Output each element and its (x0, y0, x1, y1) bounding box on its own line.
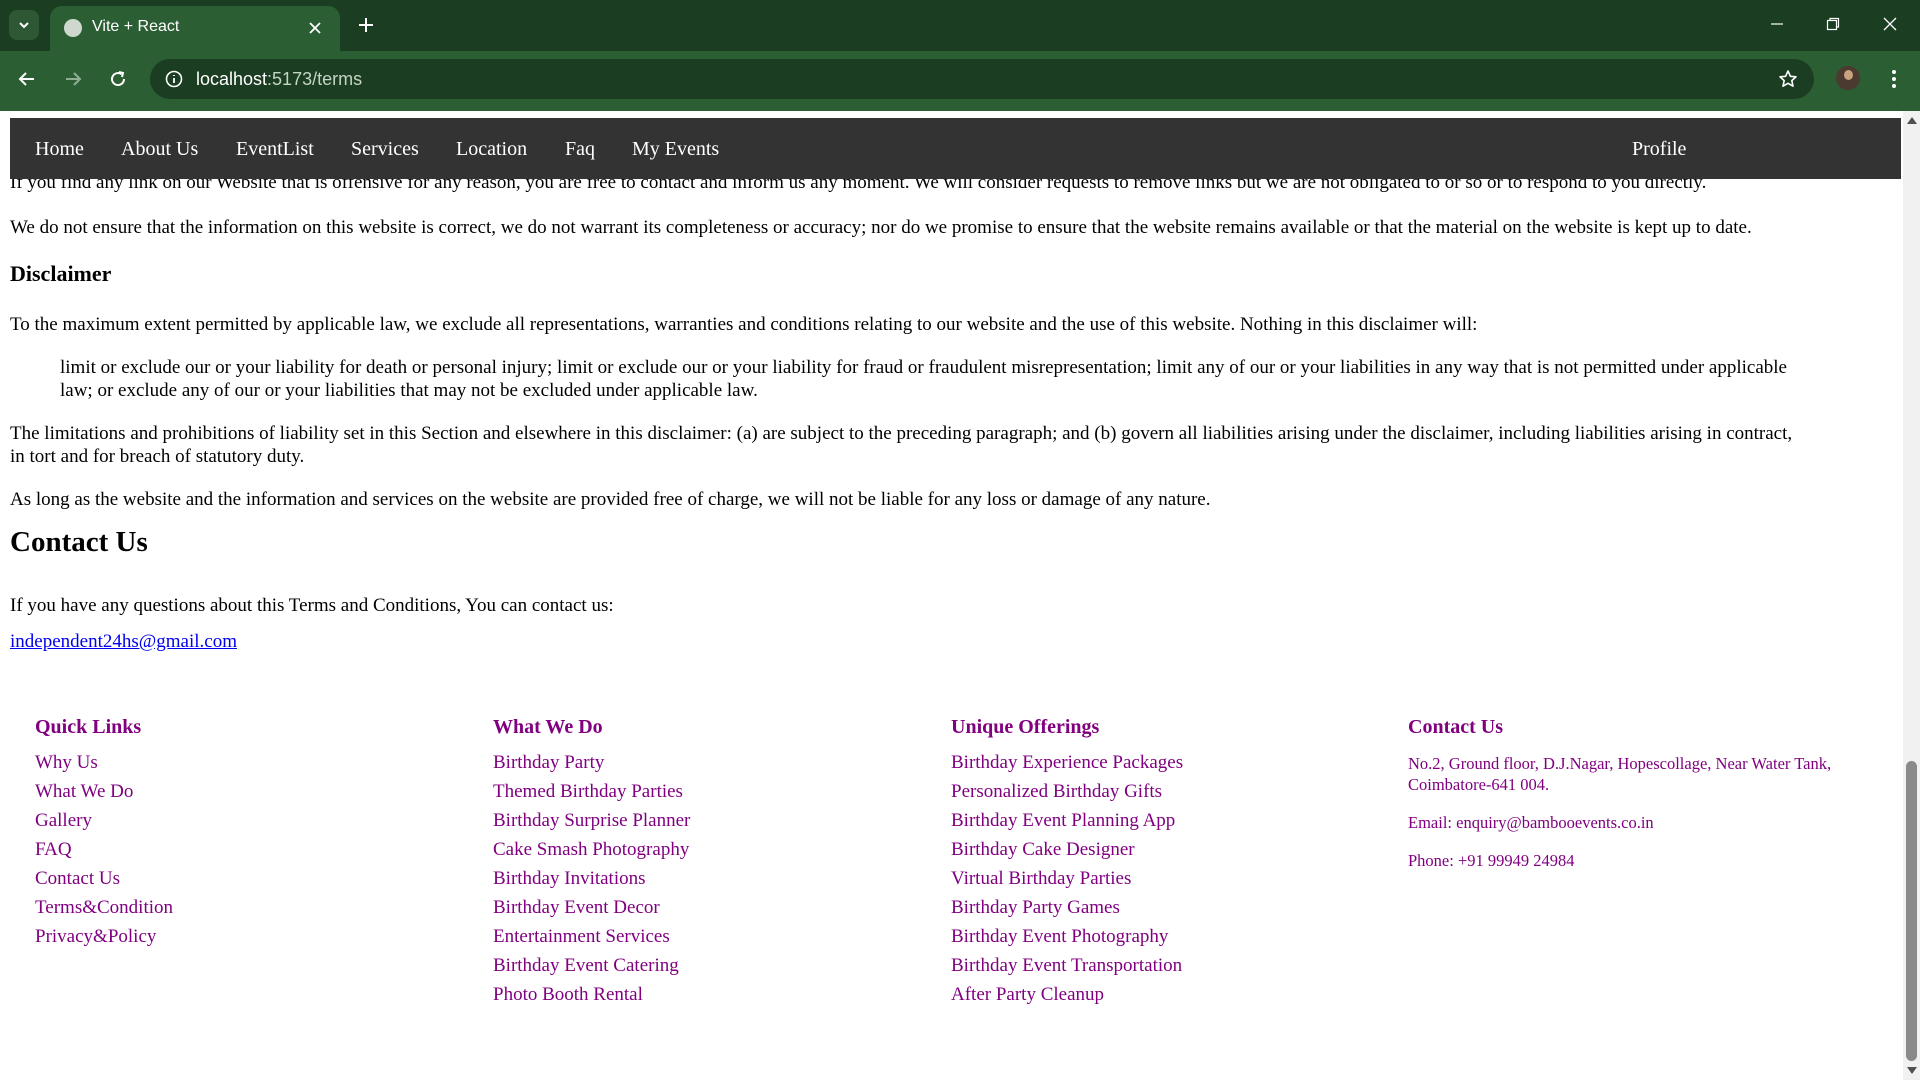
contact-email-link[interactable]: independent24hs@gmail.com (10, 630, 237, 653)
browser-toolbar: localhost:5173/terms (0, 51, 1920, 107)
footer-link[interactable]: Birthday Event Decor (493, 893, 933, 922)
footer-quick-links: Quick Links Why Us What We Do Gallery FA… (35, 716, 475, 951)
star-icon (1779, 70, 1797, 87)
free-paragraph: As long as the website and the informati… (10, 489, 1211, 510)
forward-button[interactable] (57, 63, 89, 95)
disclaimer-quote: limit or exclude our or your liability f… (60, 356, 1890, 402)
footer-link[interactable]: Photo Booth Rental (493, 980, 933, 1009)
footer-link[interactable]: Birthday Party Games (951, 893, 1391, 922)
footer-heading: Contact Us (1408, 716, 1503, 738)
close-icon (1883, 17, 1897, 31)
nav-services[interactable]: Services (351, 138, 419, 161)
nav-about-us[interactable]: About Us (121, 138, 198, 161)
footer-phone: Phone: +91 99949 24984 (1408, 851, 1575, 870)
disclaimer-heading: Disclaimer (10, 261, 112, 286)
disclaimer-quote-line: law; or exclude any of our or your liabi… (60, 380, 758, 401)
plus-icon (359, 18, 373, 32)
site-info-button[interactable] (162, 67, 186, 91)
restore-button[interactable] (1813, 8, 1853, 40)
browser-tab-bar: Vite + React (0, 0, 1920, 51)
scroll-up-arrow[interactable] (1907, 117, 1917, 124)
scrollbar-thumb[interactable] (1906, 761, 1917, 1061)
footer-link-privacy[interactable]: Privacy&Policy (35, 922, 475, 951)
footer-link-faq[interactable]: FAQ (35, 835, 475, 864)
nav-my-events[interactable]: My Events (632, 138, 719, 161)
restore-icon (1826, 17, 1840, 31)
footer-link-what-we-do[interactable]: What We Do (35, 777, 475, 806)
footer-link[interactable]: Virtual Birthday Parties (951, 864, 1391, 893)
tab-title: Vite + React (92, 18, 180, 35)
globe-icon (64, 19, 82, 37)
footer-link[interactable]: Cake Smash Photography (493, 835, 933, 864)
contact-text: If you have any questions about this Ter… (10, 595, 614, 616)
chevron-down-icon (19, 22, 29, 29)
tab-search-button[interactable] (9, 10, 39, 40)
nav-location[interactable]: Location (456, 138, 527, 161)
footer-contact: Contact Us No.2, Ground floor, D.J.Nagar… (1408, 716, 1878, 871)
nav-profile[interactable]: Profile (1632, 138, 1686, 161)
new-tab-button[interactable] (352, 11, 380, 39)
nav-home[interactable]: Home (35, 138, 84, 161)
footer-heading: What We Do (493, 716, 603, 738)
limitations-line: in tort and for breach of statutory duty… (10, 446, 305, 467)
disclaimer-quote-line: limit or exclude our or your liability f… (60, 357, 1787, 378)
arrow-right-icon (66, 72, 82, 86)
footer-link[interactable]: Birthday Event Catering (493, 951, 933, 980)
page-viewport: Home About Us EventList Services Locatio… (0, 111, 1903, 1080)
footer-unique-offerings: Unique Offerings Birthday Experience Pac… (951, 716, 1391, 1009)
url-path: :5173/terms (267, 69, 363, 89)
browser-tab[interactable]: Vite + React (50, 6, 340, 51)
nav-faq[interactable]: Faq (565, 138, 595, 161)
footer-link[interactable]: Birthday Event Planning App (951, 806, 1391, 835)
accuracy-paragraph: We do not ensure that the information on… (10, 217, 1752, 238)
footer-link[interactable]: Birthday Cake Designer (951, 835, 1391, 864)
footer-link[interactable]: Personalized Birthday Gifts (951, 777, 1391, 806)
arrow-left-icon (18, 72, 34, 86)
page-scrollbar[interactable] (1903, 111, 1920, 1080)
contact-heading: Contact Us (10, 526, 148, 558)
footer-heading: Unique Offerings (951, 716, 1100, 738)
footer-link[interactable]: Birthday Invitations (493, 864, 933, 893)
site-navbar: Home About Us EventList Services Locatio… (10, 118, 1901, 179)
close-icon (309, 22, 321, 34)
footer-link-why-us[interactable]: Why Us (35, 748, 475, 777)
scroll-down-arrow[interactable] (1907, 1067, 1917, 1074)
footer-link-gallery[interactable]: Gallery (35, 806, 475, 835)
back-button[interactable] (11, 63, 43, 95)
nav-eventlist[interactable]: EventList (236, 138, 314, 161)
more-vert-icon (1892, 70, 1896, 88)
footer-link[interactable]: Birthday Event Transportation (951, 951, 1391, 980)
footer-link[interactable]: Birthday Surprise Planner (493, 806, 933, 835)
footer-what-we-do: What We Do Birthday Party Themed Birthda… (493, 716, 933, 1009)
footer-link-contact-us[interactable]: Contact Us (35, 864, 475, 893)
browser-menu-button[interactable] (1880, 63, 1908, 95)
close-tab-button[interactable] (304, 17, 326, 39)
footer-email: Email: enquiry@bambooevents.co.in (1408, 813, 1654, 832)
footer-heading: Quick Links (35, 716, 142, 738)
footer-link[interactable]: Birthday Party (493, 748, 933, 777)
bookmark-button[interactable] (1776, 67, 1800, 91)
reload-icon (111, 71, 126, 87)
disclaimer-intro: To the maximum extent permitted by appli… (10, 314, 1478, 335)
footer-link[interactable]: Birthday Experience Packages (951, 748, 1391, 777)
minimize-icon (1771, 23, 1783, 25)
footer-address: No.2, Ground floor, D.J.Nagar, Hopescoll… (1408, 754, 1832, 794)
url-text[interactable]: localhost:5173/terms (196, 69, 362, 90)
footer-link[interactable]: Birthday Event Photography (951, 922, 1391, 951)
minimize-button[interactable] (1757, 8, 1797, 40)
limitations-paragraph: The limitations and prohibitions of liab… (10, 422, 1792, 468)
reload-button[interactable] (102, 63, 134, 95)
info-icon (165, 70, 183, 88)
address-bar[interactable]: localhost:5173/terms (150, 59, 1814, 99)
limitations-line: The limitations and prohibitions of liab… (10, 423, 1793, 444)
footer-link-terms[interactable]: Terms&Condition (35, 893, 475, 922)
url-host: localhost (196, 69, 268, 89)
footer-link[interactable]: Entertainment Services (493, 922, 933, 951)
footer-link[interactable]: After Party Cleanup (951, 980, 1391, 1009)
footer-link[interactable]: Themed Birthday Parties (493, 777, 933, 806)
close-window-button[interactable] (1870, 8, 1910, 40)
profile-avatar[interactable] (1834, 64, 1862, 92)
